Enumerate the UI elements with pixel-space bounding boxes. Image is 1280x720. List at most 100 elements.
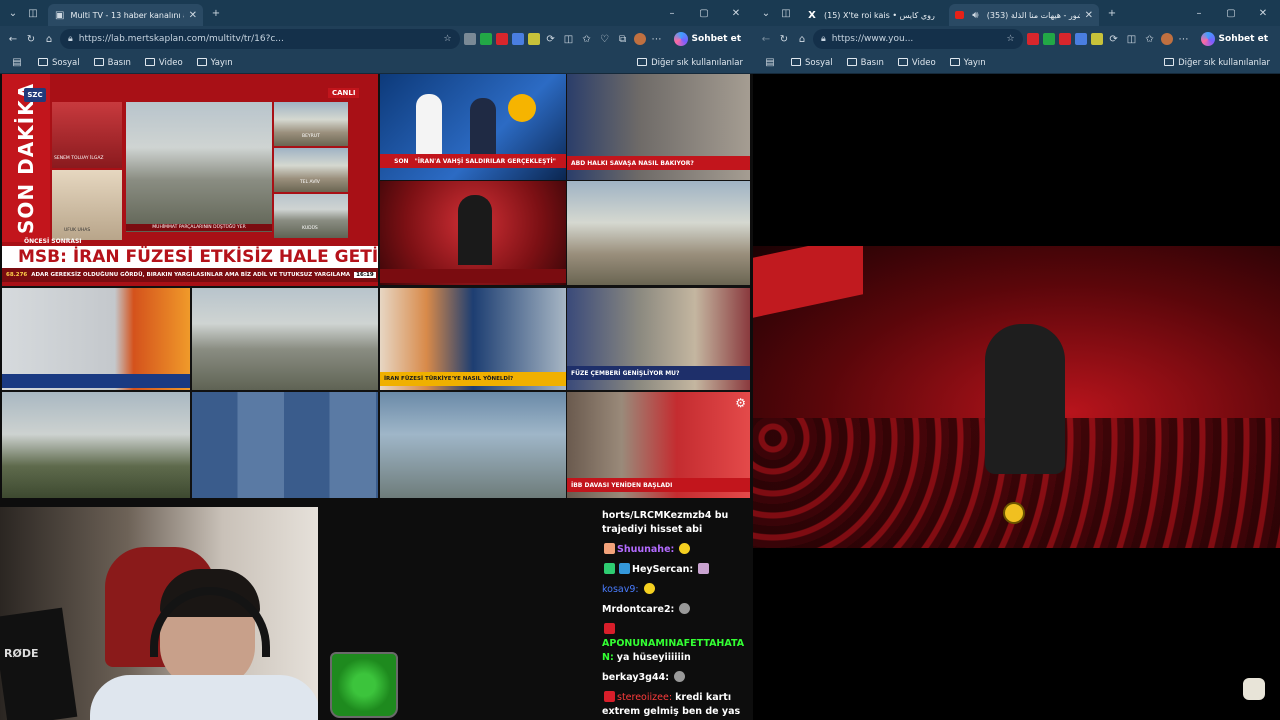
home-icon[interactable]: ⌂: [42, 32, 56, 46]
settings-gear-icon[interactable]: ⚙: [735, 396, 746, 410]
city-feed-kudus: [274, 194, 348, 238]
channel-tile-9[interactable]: FÜZE ÇEMBERİ GENİŞLİYOR MU?: [567, 288, 750, 390]
tab-x[interactable]: X (15) X'te roi kais • روي كايس: [799, 4, 949, 26]
more-menu-icon[interactable]: ⋯: [650, 32, 664, 46]
extension-green-icon[interactable]: [1042, 33, 1055, 45]
chat-message: Mrdontcare2:: [602, 603, 749, 617]
collections-bar-icon[interactable]: ▤: [10, 56, 24, 70]
split-screen-icon[interactable]: ◫: [1125, 32, 1139, 46]
close-icon[interactable]: ✕: [1085, 10, 1093, 21]
favorites-icon[interactable]: ✩: [1143, 32, 1157, 46]
extensions-puzzle-icon[interactable]: ⟳: [1107, 32, 1121, 46]
bookmark-basin[interactable]: Basın: [93, 57, 131, 68]
workspaces-icon[interactable]: ◫: [26, 6, 40, 20]
address-bar[interactable]: 🔒︎ https://www.you... ☆: [813, 29, 1023, 49]
copilot-icon: [673, 32, 688, 46]
channel-main-tile[interactable]: SON DAKİKA SZC CANLI SENEM TOLUAY İLGAZ …: [2, 74, 378, 286]
favorites-icon[interactable]: ✩: [580, 32, 594, 46]
bookmark-label: Basın: [860, 57, 884, 68]
minimize-icon[interactable]: –: [665, 6, 679, 20]
extensions-puzzle-icon[interactable]: ⟳: [544, 32, 558, 46]
other-favorites[interactable]: Diğer sık kullanılanlar: [637, 57, 743, 68]
extension-red-icon[interactable]: [1026, 33, 1039, 45]
extension-red-icon[interactable]: [495, 33, 508, 45]
channel-tile-4[interactable]: [380, 181, 566, 285]
speaker-icon[interactable]: 🔊︎: [969, 8, 982, 22]
multitv-grid: SON DAKİKA SZC CANLI SENEM TOLUAY İLGAZ …: [2, 74, 750, 498]
bookmark-yayin[interactable]: Yayın: [196, 57, 233, 68]
copilot-chat-button[interactable]: Sohbet et: [1195, 30, 1274, 48]
channel-tile-11[interactable]: [192, 392, 378, 498]
tile-2-headline: "İRAN'A VAHŞİ SALDIRILAR GERÇEKLEŞTİ": [414, 157, 556, 165]
channel-tile-10[interactable]: [2, 392, 190, 498]
refresh-icon[interactable]: ↻: [24, 32, 38, 46]
copilot-chat-button[interactable]: Sohbet et: [668, 30, 747, 48]
workspaces-icon[interactable]: ◫: [779, 6, 793, 20]
tab-list-chevron-icon[interactable]: ⌄: [759, 6, 773, 20]
minimize-icon[interactable]: –: [1192, 6, 1206, 20]
translate-icon[interactable]: [1074, 33, 1087, 45]
heart-icon[interactable]: ♡: [598, 32, 612, 46]
extension-yellow-icon[interactable]: [527, 33, 540, 45]
tab-list-chevron-icon[interactable]: ⌄: [6, 6, 20, 20]
channel-tile-13[interactable]: ⚙ İBB DAVASI YENİDEN BAŞLADI: [567, 392, 750, 498]
extension-green-icon[interactable]: [479, 33, 492, 45]
shirt: [90, 675, 318, 720]
tab-multitv[interactable]: ▣ Multi TV - 13 haber kanalını aynı a ✕: [48, 4, 203, 26]
favorite-star-icon[interactable]: ☆: [443, 34, 451, 44]
bookmark-sosyal[interactable]: Sosyal: [38, 57, 80, 68]
back-arrow-icon[interactable]: ←: [6, 32, 20, 46]
channel-tile-3[interactable]: ABD HALKI SAVAŞA NASIL BAKIYOR?: [567, 74, 750, 180]
bookmark-sosyal[interactable]: Sosyal: [791, 57, 833, 68]
chat-message: berkay3g44:: [602, 671, 749, 685]
folder-icon: [637, 57, 648, 66]
translate-icon[interactable]: [511, 33, 524, 45]
channel-tile-6[interactable]: [2, 288, 190, 390]
video-player[interactable]: [753, 246, 1280, 548]
new-tab-plus-icon[interactable]: +: [1105, 6, 1119, 20]
bookmark-label: Yayın: [210, 57, 233, 68]
refresh-icon[interactable]: ↻: [777, 32, 791, 46]
webcam-feed: RØDE: [0, 507, 318, 720]
bookmark-basin[interactable]: Basın: [846, 57, 884, 68]
maximize-icon[interactable]: ▢: [697, 6, 711, 20]
home-icon[interactable]: ⌂: [795, 32, 809, 46]
bookmark-yayin[interactable]: Yayın: [949, 57, 986, 68]
profile-avatar[interactable]: [633, 33, 646, 45]
channel-tile-2[interactable]: SON "İRAN'A VAHŞİ SALDIRILAR GERÇEKLEŞTİ…: [380, 74, 566, 180]
chat-bubble-icon[interactable]: [1243, 678, 1265, 700]
candy-jar: [330, 652, 398, 718]
tab-youtube[interactable]: 🔊︎ (353) شور - هيهات منا الذلة - ✕: [949, 4, 1099, 26]
channel-tile-8[interactable]: İRAN FÜZESİ TÜRKİYE'YE NASIL YÖNELDİ?: [380, 288, 566, 390]
anchor-figure: [416, 94, 442, 154]
chat-message: HeySercan:: [602, 563, 749, 577]
close-icon[interactable]: ✕: [189, 10, 197, 21]
bookmark-video[interactable]: Video: [144, 57, 183, 68]
channel-tile-7[interactable]: [192, 288, 378, 390]
extension-red-icon[interactable]: [1058, 33, 1071, 45]
other-favorites[interactable]: Diğer sık kullanılanlar: [1164, 57, 1270, 68]
collections-bar-icon[interactable]: ▤: [763, 56, 777, 70]
collections-icon[interactable]: ⧉: [616, 32, 630, 46]
url-text: https://www.you...: [831, 34, 914, 44]
address-bar[interactable]: 🔒︎ https://lab.mertskaplan.com/multitv/t…: [60, 29, 460, 49]
new-tab-plus-icon[interactable]: +: [209, 6, 223, 20]
maximize-icon[interactable]: ▢: [1224, 6, 1238, 20]
back-arrow-icon[interactable]: ←: [759, 32, 773, 46]
channel-tile-5[interactable]: [567, 181, 750, 285]
emote-icon: [698, 563, 710, 574]
split-screen-icon[interactable]: ◫: [562, 32, 576, 46]
close-window-icon[interactable]: ✕: [729, 6, 743, 20]
channel-tile-12[interactable]: [380, 392, 566, 498]
chat-message: APONUNAMINAFETTAHATAN: ya hüseyiiiiiin: [602, 623, 749, 665]
city-label-kudus: KUDÜS: [302, 226, 318, 231]
extension-icon[interactable]: [463, 33, 476, 45]
chat-message: horts/LRCMKezmzb4 bu trajediyi hisset ab…: [602, 509, 749, 537]
performer: [985, 324, 1065, 474]
extension-yellow-icon[interactable]: [1090, 33, 1103, 45]
more-menu-icon[interactable]: ⋯: [1177, 32, 1191, 46]
favorite-star-icon[interactable]: ☆: [1006, 34, 1014, 44]
close-window-icon[interactable]: ✕: [1256, 6, 1270, 20]
profile-avatar[interactable]: [1160, 33, 1173, 45]
bookmark-video[interactable]: Video: [897, 57, 936, 68]
